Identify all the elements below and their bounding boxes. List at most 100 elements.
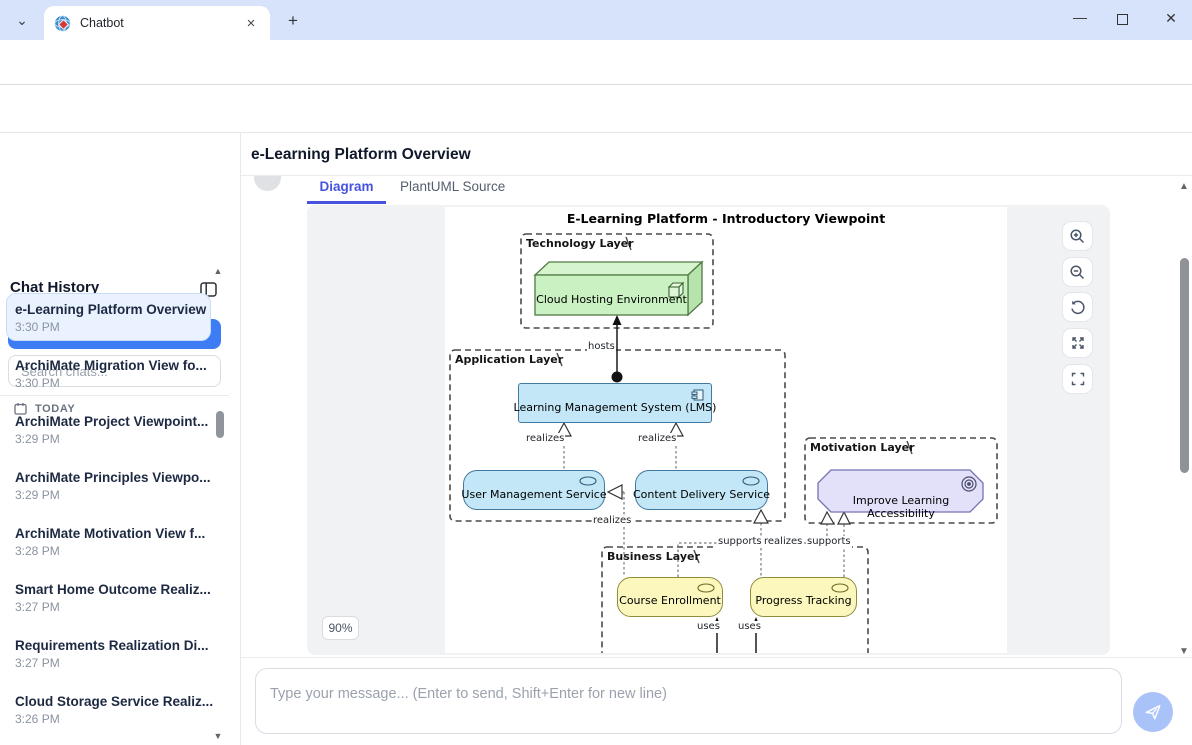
relation-realizes-label: realizes [525, 433, 565, 445]
chat-item-time: 3:27 PM [15, 656, 210, 670]
chat-item[interactable]: ArchiMate Project Viewpoint... 3:29 PM [6, 405, 211, 453]
chat-item[interactable]: ArchiMate Principles Viewpo... 3:29 PM [6, 461, 211, 509]
diagram-viewer-panel: E-Learning Platform - Introductory Viewp… [307, 205, 1110, 655]
fullscreen-button[interactable] [1062, 364, 1093, 394]
chat-scrollbar-thumb[interactable] [1180, 258, 1189, 473]
service-oval-icon [831, 583, 849, 593]
tab-plantuml-source[interactable]: PlantUML Source [400, 179, 505, 203]
chat-item-time: 3:29 PM [15, 432, 210, 446]
element-course-label: Course Enrollment [619, 594, 721, 607]
chat-item-time: 3:30 PM [15, 376, 210, 390]
technology-layer-label: Technology Layer [526, 237, 634, 250]
chat-item-title: Cloud Storage Service Realiz... [15, 694, 210, 709]
zoom-out-icon [1069, 264, 1086, 281]
element-lms: Learning Management System (LMS) [518, 383, 712, 423]
active-tab-underline [307, 201, 386, 204]
fullscreen-icon [1070, 371, 1086, 387]
business-layer-label: Business Layer [607, 550, 700, 563]
application-layer-label: Application Layer [455, 353, 563, 366]
sidebar-scroll-down-icon[interactable]: ▼ [211, 731, 225, 741]
chat-item[interactable]: ArchiMate Motivation View f... 3:28 PM [6, 517, 211, 565]
message-input[interactable]: Type your message... (Enter to send, Shi… [255, 668, 1122, 734]
relation-realizes-label: realizes [763, 536, 803, 548]
page-title: e-Learning Platform Overview [251, 146, 471, 164]
sidebar: Chat History + New Chat TODAY e-Learning… [0, 133, 240, 745]
send-button[interactable] [1133, 692, 1173, 732]
relation-uses-label: uses [737, 621, 762, 633]
tab-search-button[interactable]: ⌄ [8, 7, 36, 34]
component-icon [691, 389, 704, 401]
zoom-level-badge: 90% [322, 616, 359, 640]
zoom-in-icon [1069, 228, 1086, 245]
tab-diagram[interactable]: Diagram [307, 179, 386, 203]
browser-toolbar: ← → ai-toolbox.visual-paradigm.com/app/c… [0, 40, 1192, 85]
chat-item-time: 3:29 PM [15, 488, 210, 502]
assistant-avatar [254, 176, 281, 191]
element-progress-tracking: Progress Tracking [750, 577, 857, 617]
send-plane-icon [1144, 703, 1162, 721]
chat-item-title: ArchiMate Migration View fo... [15, 358, 210, 373]
zoom-in-button[interactable] [1062, 221, 1093, 251]
chat-item-time: 3:26 PM [15, 712, 210, 726]
chat-item-time: 3:27 PM [15, 600, 210, 614]
element-content-delivery-service: Content Delivery Service [635, 470, 768, 510]
element-ums-label: User Management Service [461, 488, 606, 501]
expand-button[interactable] [1062, 328, 1093, 358]
chevron-down-icon: ⌄ [16, 12, 28, 29]
relation-supports-label: supports [717, 536, 763, 548]
relation-supports-label: supports [806, 536, 852, 548]
window-maximize-button[interactable] [1117, 14, 1128, 25]
element-user-management-service: User Management Service [463, 470, 605, 510]
chat-item[interactable]: Smart Home Outcome Realiz... 3:27 PM [6, 573, 211, 621]
app-header: Chatbot Powered by Visual Paradigm More … [0, 85, 1192, 133]
chat-item[interactable]: Cloud Storage Service Realiz... 3:26 PM [6, 685, 211, 733]
motivation-layer-label: Motivation Layer [810, 441, 915, 454]
relation-uses-label: uses [696, 621, 721, 633]
chat-item-time: 3:28 PM [15, 544, 210, 558]
message-input-placeholder: Type your message... (Enter to send, Shi… [270, 686, 667, 702]
sidebar-scrollbar-thumb[interactable] [216, 411, 224, 438]
sidebar-scroll-up-icon[interactable]: ▲ [211, 266, 225, 276]
element-progress-label: Progress Tracking [755, 594, 851, 607]
chat-message-area: Diagram PlantUML Source E-Learning Platf… [241, 176, 1192, 657]
element-goal: Improve Learning Accessibility [821, 494, 981, 520]
service-oval-icon [697, 583, 715, 593]
service-oval-icon [742, 476, 760, 486]
new-tab-button[interactable]: + [281, 9, 305, 33]
relation-realizes-label: realizes [592, 515, 632, 527]
chat-item[interactable]: Requirements Realization Di... 3:27 PM [6, 629, 211, 677]
service-oval-icon [579, 476, 597, 486]
relation-realizes-label: realizes [637, 433, 677, 445]
chat-item[interactable]: e-Learning Platform Overview 3:30 PM [6, 293, 211, 341]
chat-item-time: 3:30 PM [15, 320, 210, 334]
visual-paradigm-favicon [54, 15, 71, 32]
viewer-tabs: Diagram PlantUML Source [307, 179, 505, 203]
tab-title: Chatbot [80, 16, 242, 30]
reset-icon [1069, 299, 1086, 316]
element-cds-label: Content Delivery Service [633, 488, 770, 501]
chat-scroll-down-icon[interactable]: ▼ [1178, 646, 1190, 657]
chat-item-title: ArchiMate Project Viewpoint... [15, 414, 210, 429]
chat-scroll-up-icon[interactable]: ▲ [1178, 181, 1190, 192]
element-course-enrollment: Course Enrollment [617, 577, 723, 617]
chat-item-title: Smart Home Outcome Realiz... [15, 582, 210, 597]
window-close-button[interactable]: ✕ [1156, 10, 1186, 27]
zoom-out-button[interactable] [1062, 257, 1093, 287]
chat-item-title: ArchiMate Principles Viewpo... [15, 470, 210, 485]
element-cloud-hosting: Cloud Hosting Environment [535, 293, 688, 306]
browser-tab[interactable]: Chatbot × [44, 6, 270, 40]
chat-item[interactable]: ArchiMate Migration View fo... 3:30 PM [6, 349, 211, 397]
browser-tabstrip: ⌄ Chatbot × + — ✕ [0, 0, 1192, 40]
diagram-connectors [445, 207, 1007, 653]
relation-hosts-label: hosts [587, 341, 616, 353]
divider [241, 657, 1192, 658]
window-minimize-button[interactable]: — [1065, 9, 1095, 25]
element-lms-label: Learning Management System (LMS) [514, 401, 717, 414]
chat-item-title: ArchiMate Motivation View f... [15, 526, 210, 541]
reset-view-button[interactable] [1062, 292, 1093, 322]
diagram-canvas: E-Learning Platform - Introductory Viewp… [445, 207, 1007, 653]
chat-item-title: e-Learning Platform Overview [15, 302, 210, 317]
expand-icon [1070, 335, 1086, 351]
tab-close-icon[interactable]: × [242, 15, 260, 32]
browser-window: ⌄ Chatbot × + — ✕ ← → [0, 0, 1192, 745]
